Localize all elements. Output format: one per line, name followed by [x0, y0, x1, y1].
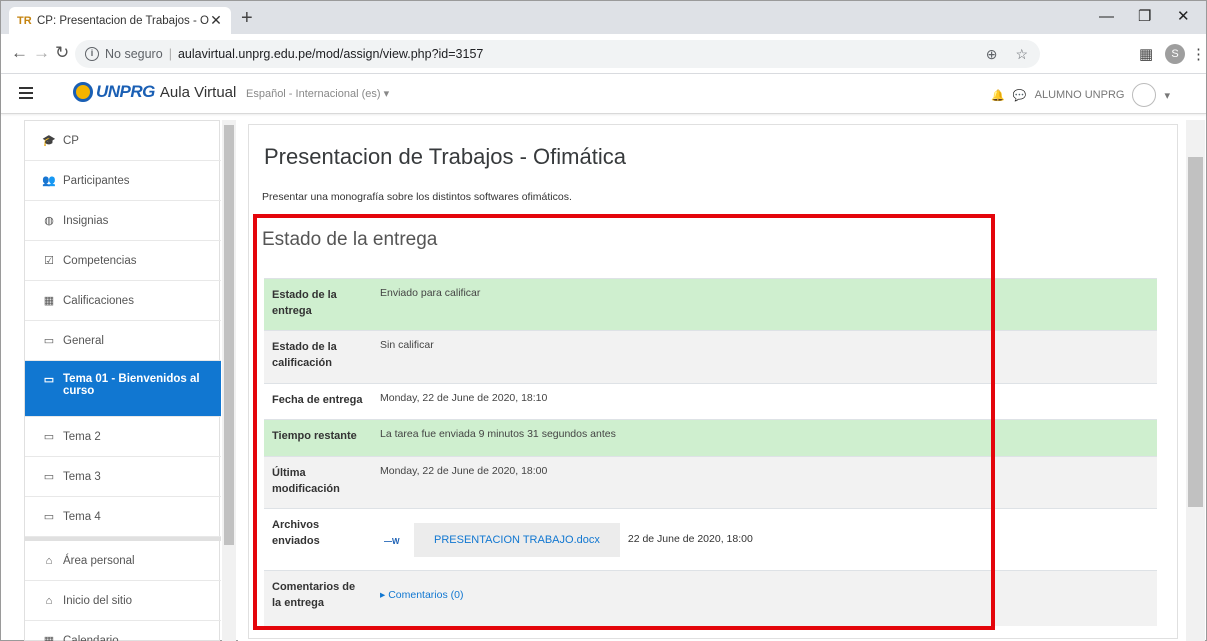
sidebar-item-icon: ▭ — [43, 511, 55, 523]
bell-icon[interactable]: 🔔 — [991, 89, 1005, 102]
site-navbar: UNPRG Aula Virtual Español - Internacion… — [1, 74, 1206, 114]
tab-strip: TR CP: Presentacion de Trabajos - O ✕ + … — [1, 1, 1206, 34]
sidebar-item-label: Tema 4 — [63, 510, 101, 523]
sidebar-item-icon: 👥 — [42, 175, 56, 187]
site-favicon-icon: TR — [17, 14, 32, 27]
sidebar-item[interactable]: ▦ Calendario — [25, 621, 221, 641]
sidebar-item-label: Insignias — [63, 214, 109, 227]
sidebar-item-icon: ⌂ — [45, 594, 53, 607]
sidebar: 🎓 CP 👥 Participantes ◍ Insignias ☑ Competencias… — [24, 120, 221, 641]
sidebar-item-icon: ▭ — [43, 335, 55, 347]
sidebar-item[interactable]: 👥 Participantes — [25, 161, 221, 201]
browser-toolbar: ← → ↻ i No seguro | aulavirtual.unprg.ed… — [1, 34, 1206, 74]
apps-icon[interactable]: ▦ — [1139, 45, 1153, 63]
sidebar-item[interactable]: 🎓 CP — [25, 121, 221, 161]
sidebar-item-icon: ▭ — [43, 471, 55, 483]
sidebar-item-icon: ▭ — [43, 374, 55, 386]
sidebar-item-label: Calendario — [63, 634, 119, 641]
sidebar-item-label: Área personal — [63, 554, 135, 567]
sidebar-item-label: CP — [63, 134, 79, 147]
sidebar-item[interactable]: ⌂ Inicio del sitio — [25, 581, 221, 621]
assignment-intro: Presentar una monografía sobre los disti… — [262, 191, 572, 203]
sidebar-item[interactable]: ▦ Calificaciones — [25, 281, 221, 321]
sidebar-item-label: Tema 2 — [63, 430, 101, 443]
new-tab-button[interactable]: + — [241, 6, 253, 30]
page-title: Presentacion de Trabajos - Ofimática — [264, 144, 626, 169]
sidebar-scrollbar-thumb[interactable] — [224, 125, 234, 545]
sidebar-item-label: Inicio del sitio — [63, 594, 133, 607]
sidebar-item[interactable]: ▭ Tema 3 — [25, 457, 221, 497]
sidebar-item-label: Calificaciones — [63, 294, 134, 307]
sidebar-item[interactable]: ☑ Competencias — [25, 241, 221, 281]
forward-icon[interactable]: → — [33, 43, 50, 63]
sidebar-item-icon: ▦ — [43, 635, 55, 641]
sidebar-item-icon: ▦ — [43, 295, 55, 307]
sidebar-item-label: Participantes — [63, 174, 130, 187]
reload-icon[interactable]: ↻ — [55, 43, 69, 63]
logo-emblem-icon — [73, 82, 93, 102]
close-tab-icon[interactable]: ✕ — [209, 12, 223, 29]
address-bar[interactable]: i No seguro | aulavirtual.unprg.edu.pe/m… — [75, 40, 1040, 68]
minimize-icon[interactable]: — — [1099, 7, 1114, 27]
user-dropdown-icon[interactable]: ▾ — [1164, 89, 1170, 102]
url-text: aulavirtual.unprg.edu.pe/mod/assign/view… — [177, 47, 484, 61]
restore-icon[interactable]: ❐ — [1138, 7, 1151, 27]
hamburger-menu-icon[interactable] — [19, 87, 33, 99]
back-icon[interactable]: ← — [11, 43, 28, 63]
sidebar-item[interactable]: ⌂ Área personal — [25, 541, 221, 581]
site-name: Aula Virtual — [159, 83, 237, 101]
brand-name: UNPRG — [96, 82, 155, 101]
address-separator: | — [168, 47, 172, 61]
site-logo[interactable]: UNPRG Aula Virtual — [73, 82, 236, 102]
sidebar-item-icon: ☑ — [44, 255, 54, 267]
sidebar-item[interactable]: ▭ Tema 2 — [25, 417, 221, 457]
chat-icon[interactable]: 💬 — [1013, 89, 1027, 102]
highlight-box — [253, 214, 995, 630]
menu-icon[interactable]: ⋮ — [1191, 45, 1206, 63]
sidebar-item-label: Tema 3 — [63, 470, 101, 483]
zoom-icon[interactable]: ⊕ — [986, 46, 998, 63]
main-scrollbar-thumb[interactable] — [1188, 157, 1203, 507]
sidebar-item[interactable]: ▭ General — [25, 321, 221, 361]
tab-title: CP: Presentacion de Trabajos - O — [37, 14, 209, 27]
sidebar-item[interactable]: ▭ Tema 4 — [25, 497, 221, 537]
sidebar-item-icon: ⌂ — [45, 554, 53, 567]
bookmark-star-icon[interactable]: ☆ — [1015, 46, 1028, 63]
sidebar-item-label: Tema 01 - Bienvenidos al curso — [63, 373, 200, 397]
close-window-icon[interactable]: ✕ — [1177, 7, 1190, 27]
sidebar-item-icon: ◍ — [44, 215, 54, 227]
info-icon[interactable]: i — [85, 47, 99, 61]
user-avatar[interactable] — [1132, 83, 1157, 107]
sidebar-item[interactable]: ▭ Tema 01 - Bienvenidos al curso — [25, 361, 221, 417]
browser-tab[interactable]: TR CP: Presentacion de Trabajos - O ✕ — [9, 7, 231, 34]
user-name[interactable]: ALUMNO UNPRG — [1035, 89, 1125, 101]
sidebar-item-icon: ▭ — [43, 431, 55, 443]
sidebar-item-icon: 🎓 — [42, 135, 56, 147]
profile-avatar[interactable]: S — [1165, 44, 1185, 64]
sidebar-item[interactable]: ◍ Insignias — [25, 201, 221, 241]
sidebar-item-label: Competencias — [63, 254, 137, 267]
user-menu: 🔔 💬 ALUMNO UNPRG ▾ — [991, 83, 1170, 107]
language-selector[interactable]: Español - Internacional (es) ▾ — [246, 87, 389, 100]
sidebar-item-label: General — [63, 334, 104, 347]
security-label: No seguro — [105, 47, 163, 61]
